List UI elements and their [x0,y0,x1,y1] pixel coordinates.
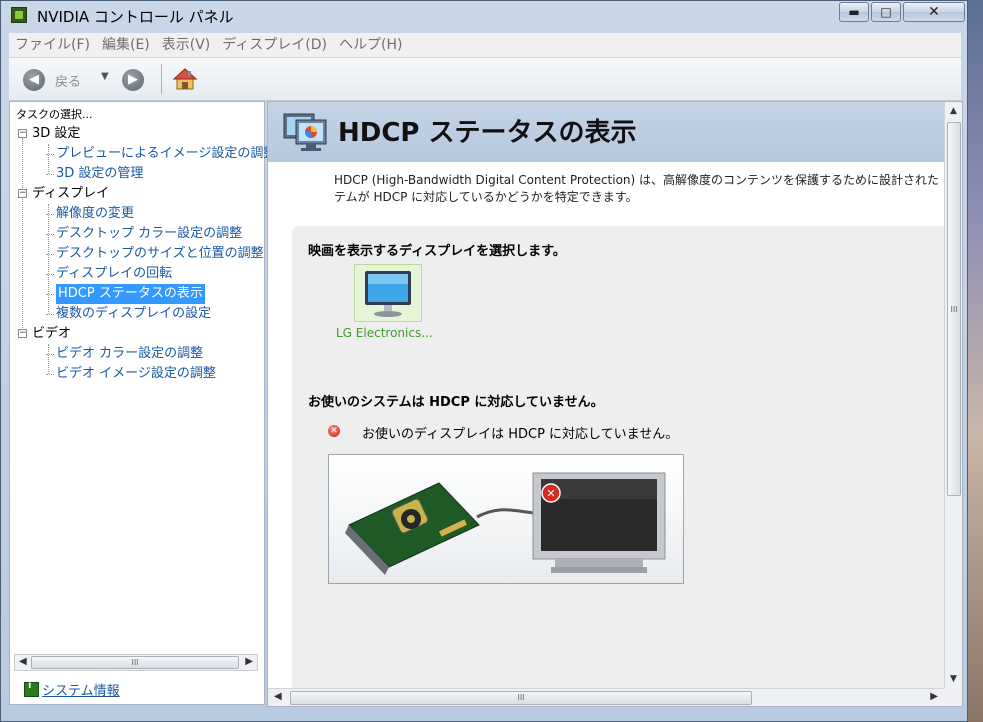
tree-item[interactable]: 複数のディスプレイの設定 [10,304,264,324]
monitor-icon [365,271,411,317]
scroll-down-arrow-icon[interactable]: ▼ [950,674,957,684]
menu-edit[interactable]: 編集(E) [96,33,156,57]
tree-item[interactable]: デスクトップのサイズと位置の調整 [10,244,264,264]
history-dropdown-icon[interactable]: ▼ [101,71,109,82]
menu-display[interactable]: ディスプレイ(D) [216,33,333,57]
tree-connector [46,294,54,295]
system-info-icon [24,680,39,697]
scroll-right-arrow-icon[interactable]: ▶ [930,691,938,702]
hdcp-monitor-icon [283,113,327,151]
tree-category-label[interactable]: 3D 設定 [32,124,80,144]
svg-text:✕: ✕ [546,487,555,500]
tree-connector [46,254,54,255]
collapse-toggle-icon[interactable]: − [18,129,27,138]
menu-file[interactable]: ファイル(F) [9,33,96,57]
tree-category-label[interactable]: ビデオ [32,324,71,344]
task-selection-header: タスクの選択... [16,108,93,121]
page-header-banner: HDCP ステータスの表示 [268,102,944,162]
tree-item-label[interactable]: デスクトップのサイズと位置の調整 [56,244,264,264]
content-horizontal-scrollbar[interactable]: ◀ III ▶ [268,688,944,706]
tree-item-label[interactable]: ビデオ イメージ設定の調整 [56,364,216,384]
tree-item-label[interactable]: 3D 設定の管理 [56,164,143,184]
content-vertical-scrollbar[interactable]: ▲ III ▼ [944,102,962,688]
tree-connector [46,314,54,315]
menu-help[interactable]: ヘルプ(H) [333,33,408,57]
menu-bar: ファイル(F) 編集(E) 表示(V) ディスプレイ(D) ヘルプ(H) [9,33,961,58]
description-line: HDCP (High-Bandwidth Digital Content Pro… [334,173,940,187]
hdcp-illustration: ✕ [328,454,684,584]
tree-category-3d[interactable]: − 3D 設定 [10,124,264,144]
tree-connector [46,174,54,175]
tree-connector [46,154,54,155]
tree-item-label[interactable]: 複数のディスプレイの設定 [56,304,211,324]
nvidia-app-icon [11,7,27,23]
tree-item-label[interactable]: プレビューによるイメージ設定の調整 [56,144,276,164]
tree-item[interactable]: ディスプレイの回転 [10,264,264,284]
graphics-card-icon [345,482,480,575]
error-message: お使いのディスプレイは HDCP に対応していません。 [362,427,679,442]
gpu-to-display-diagram: ✕ [345,472,666,575]
tree-item[interactable]: ビデオ イメージ設定の調整 [10,364,264,384]
collapse-toggle-icon[interactable]: − [18,189,27,198]
select-display-heading: 映画を表示するディスプレイを選択します。 [308,244,566,259]
forward-arrow-icon[interactable]: ▶ [122,69,144,91]
tree-category-video[interactable]: − ビデオ [10,324,264,344]
back-button-label[interactable]: 戻る [55,71,81,90]
tree-item[interactable]: デスクトップ カラー設定の調整 [10,224,264,244]
collapse-toggle-icon[interactable]: − [18,329,27,338]
tv-display-icon: ✕ [532,472,666,573]
tree-connector [46,374,54,375]
toolbar: ◀ 戻る ▼ ▶ [9,58,961,101]
system-info-label[interactable]: システム情報 [42,684,120,699]
maximize-button[interactable]: □ [871,2,901,22]
tree-item[interactable]: 解像度の変更 [10,204,264,224]
content-pane: HDCP ステータスの表示 HDCP (High-Bandwidth Digit… [267,101,963,707]
scroll-up-arrow-icon[interactable]: ▲ [950,106,957,116]
page-title: HDCP ステータスの表示 [338,118,637,148]
scroll-thumb[interactable]: III [947,122,961,496]
tree-item-label[interactable]: ディスプレイの回転 [56,264,172,284]
scroll-thumb[interactable]: III [290,691,752,705]
title-bar[interactable]: NVIDIA コントロール パネル ▬ □ ✕ [1,1,967,31]
system-info-link[interactable]: システム情報 [24,680,120,699]
tree-category-display[interactable]: − ディスプレイ [10,184,264,204]
hdcp-status-heading: お使いのシステムは HDCP に対応していません。 [308,395,604,410]
error-icon: ✕ [328,425,340,437]
scroll-right-arrow-icon[interactable]: ▶ [245,656,253,667]
tree-item-label[interactable]: HDCP ステータスの表示 [56,284,205,304]
tree-connector [46,214,54,215]
toolbar-separator [161,64,162,94]
menu-view[interactable]: 表示(V) [156,33,217,57]
window-title: NVIDIA コントロール パネル [37,8,234,26]
hdcp-status-panel: 映画を表示するディスプレイを選択します。 LG Electronics... お… [292,226,944,696]
resize-grip[interactable] [944,688,962,706]
tree-item-label[interactable]: デスクトップ カラー設定の調整 [56,224,242,244]
task-tree: − 3D 設定 プレビューによるイメージ設定の調整 3D 設定の管理 − ディス… [10,124,276,384]
tree-item[interactable]: ビデオ カラー設定の調整 [10,344,264,364]
task-tree-pane: タスクの選択... − 3D 設定 プレビューによるイメージ設定の調整 3D 設… [9,101,276,705]
tree-item-selected[interactable]: HDCP ステータスの表示 [10,284,264,304]
tree-item-label[interactable]: 解像度の変更 [56,204,134,224]
scroll-left-arrow-icon[interactable]: ◀ [274,691,282,702]
tree-item[interactable]: プレビューによるイメージ設定の調整 [10,144,276,164]
tree-item[interactable]: 3D 設定の管理 [10,164,264,184]
description-line: テムが HDCP に対応しているかどうかを特定できます。 [334,190,638,204]
tree-connector [46,234,54,235]
back-arrow-icon[interactable]: ◀ [23,69,45,91]
tree-connector [46,354,54,355]
display-name-label[interactable]: LG Electronics... [336,326,433,340]
tree-item-label[interactable]: ビデオ カラー設定の調整 [56,344,203,364]
display-selector-tile[interactable] [354,264,422,322]
scroll-left-arrow-icon[interactable]: ◀ [19,656,27,667]
minimize-button[interactable]: ▬ [839,2,869,22]
tree-connector [46,274,54,275]
desktop-background [968,0,983,722]
page-description: HDCP (High-Bandwidth Digital Content Pro… [334,172,948,206]
close-button[interactable]: ✕ [903,2,965,22]
left-horizontal-scrollbar[interactable]: ◀ III ▶ [14,654,258,671]
tree-category-label[interactable]: ディスプレイ [32,184,109,204]
home-icon[interactable] [172,67,198,91]
nvidia-control-panel-window: NVIDIA コントロール パネル ▬ □ ✕ ファイル(F) 編集(E) 表示(V… [0,0,968,722]
scroll-thumb[interactable]: III [31,656,239,669]
